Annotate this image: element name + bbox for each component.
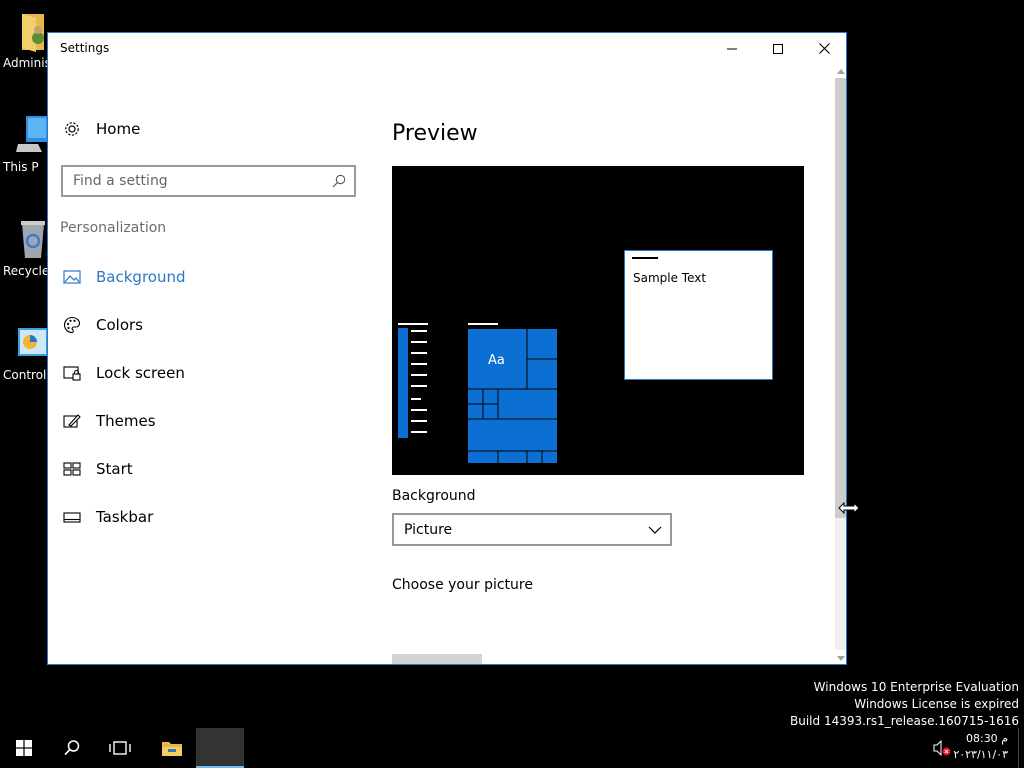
sample-text: Sample Text [633,271,706,285]
background-dropdown-value: Picture [404,522,453,538]
nav-item-label: Taskbar [96,508,154,526]
minimize-icon [727,48,737,49]
desktop-icon-this-pc[interactable]: This P [0,114,52,174]
tile-label: Aa [488,353,505,368]
watermark-line: Windows License is expired [854,697,1019,711]
nav-item-colors[interactable]: Colors [63,313,143,337]
this-pc-icon [16,114,50,154]
control-panel-icon [16,322,50,362]
search-icon[interactable] [332,174,346,188]
search-icon [64,740,80,756]
task-view-button[interactable] [96,728,144,768]
settings-content: Preview Aa Sample Text Background Pictur… [392,64,832,664]
title-bar[interactable]: Settings [48,33,846,64]
scroll-up-arrow[interactable] [835,64,846,78]
volume-muted-icon[interactable] [933,740,951,756]
desktop-icon-control-panel[interactable]: Control [0,322,52,382]
search-input[interactable]: Find a setting [61,165,356,197]
chevron-down-icon [648,526,662,534]
desktop-icon-label: Control [3,368,47,382]
desktop-preview: Aa Sample Text [392,166,804,475]
user-folder-icon [16,10,50,52]
desktop-icon-label: Recycle [3,264,50,278]
desktop-icon-label: Administ [3,56,52,70]
scroll-down-arrow[interactable] [835,651,846,664]
clock-date: ۲۰۲۳/۱۱/۰۳ [953,748,1008,761]
home-label: Home [96,120,141,138]
maximize-button[interactable] [755,33,801,64]
choose-picture-label: Choose your picture [392,577,533,593]
close-icon [818,43,830,54]
nav-item-themes[interactable]: Themes [63,409,156,433]
lock-screen-icon [63,366,81,381]
nav-item-label: Themes [96,412,156,430]
taskbar: 08:30 م ۲۰۲۳/۱۱/۰۳ [0,728,1024,768]
settings-window: Settings Home Find a setting Personaliza… [47,32,847,665]
background-dropdown[interactable]: Picture [392,513,672,546]
resize-cursor-icon [838,501,860,515]
chevron-down-icon [837,655,845,661]
home-link[interactable]: Home [63,120,140,138]
taskbar-search-button[interactable] [48,728,96,768]
taskbar-icon [63,512,81,523]
page-title: Preview [392,121,478,146]
start-button[interactable] [0,728,48,768]
license-watermark: Windows 10 Enterprise Evaluation Windows… [790,679,1019,730]
clock-time: 08:30 م [965,732,1008,745]
nav-item-label: Colors [96,316,143,334]
file-explorer-button[interactable] [148,728,196,768]
maximize-icon [773,43,783,54]
recycle-bin-icon [16,218,50,258]
nav-item-label: Lock screen [96,364,185,382]
desktop-icon-administrator[interactable]: Administ [0,10,52,70]
show-desktop-button[interactable] [1018,728,1019,768]
themes-icon [63,414,81,428]
task-view-icon [109,741,131,755]
nav-item-lock-screen[interactable]: Lock screen [63,361,185,385]
start-icon [16,740,32,756]
search-placeholder: Find a setting [73,173,168,189]
nav-item-background[interactable]: Background [63,265,186,289]
scroll-thumb[interactable] [835,78,846,518]
system-clock[interactable]: 08:30 م ۲۰۲۳/۱۱/۰۳ [953,731,1008,763]
palette-icon [64,316,81,334]
chevron-up-icon [837,68,845,74]
section-title: Personalization [60,220,167,236]
nav-item-label: Start [96,460,133,478]
close-button[interactable] [801,33,846,64]
nav-item-start[interactable]: Start [63,457,133,481]
nav-item-taskbar[interactable]: Taskbar [63,505,153,529]
desktop: Administ This P Recycle Control Settings… [0,0,1024,768]
background-label: Background [392,488,476,504]
preview-graphic: Aa Sample Text [398,250,773,463]
picture-thumbnail[interactable] [392,654,482,664]
watermark-line: Windows 10 Enterprise Evaluation [813,680,1019,694]
minimize-button[interactable] [709,33,755,64]
settings-app-button[interactable] [196,728,244,768]
vertical-scrollbar[interactable] [835,64,846,664]
file-explorer-icon [162,742,182,756]
picture-icon [63,270,81,284]
start-tiles-icon [63,462,81,476]
desktop-icon-label: This P [3,160,39,174]
window-title: Settings [60,41,110,55]
desktop-icon-recycle-bin[interactable]: Recycle [0,218,52,278]
settings-nav: Home Find a setting Personalization Back… [48,64,378,664]
nav-item-label: Background [96,268,186,286]
gear-icon [65,122,79,136]
